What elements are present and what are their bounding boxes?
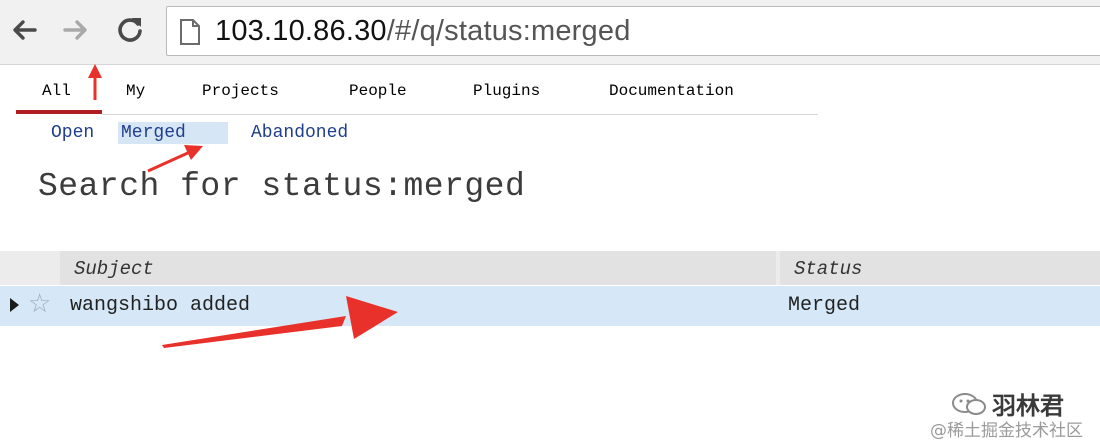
subnav-item-abandoned[interactable]: Abandoned (248, 122, 351, 144)
page-title: Search for status:merged (38, 168, 526, 205)
url-path: /#/q/status:merged (386, 15, 631, 47)
expand-triangle-icon[interactable] (10, 298, 19, 312)
table-header: Subject Status (0, 251, 1100, 285)
nav-item-plugins[interactable]: Plugins (473, 82, 540, 122)
change-subject[interactable]: wangshibo added (70, 294, 250, 317)
watermark-community: @稀土掘金技术社区 (930, 421, 1083, 441)
nav-item-documentation[interactable]: Documentation (609, 82, 734, 122)
nav-divider (102, 114, 818, 115)
subnav-item-open[interactable]: Open (48, 122, 97, 144)
back-arrow-icon (13, 20, 37, 40)
address-bar[interactable]: 103.10.86.30/#/q/status:merged (166, 6, 1100, 56)
url-text[interactable]: 103.10.86.30/#/q/status:merged (215, 15, 631, 48)
forward-arrow-icon (63, 20, 87, 40)
nav-item-projects[interactable]: Projects (202, 82, 279, 122)
annotation-arrow-url (88, 64, 102, 100)
status-header-label: Status (794, 258, 863, 280)
wechat-icon (952, 393, 986, 415)
subnav-item-merged[interactable]: Merged (118, 122, 228, 144)
back-button[interactable] (6, 12, 42, 48)
nav-item-all[interactable]: All (42, 82, 71, 122)
annotation-layer (88, 64, 398, 348)
page-icon (180, 19, 200, 45)
watermark: 羽林君 @稀土掘金技术社区 (930, 384, 1098, 444)
nav-item-my[interactable]: My (126, 82, 145, 122)
nav-item-people[interactable]: People (349, 82, 407, 122)
browser-toolbar: 103.10.86.30/#/q/status:merged (0, 0, 1100, 65)
active-tab-underline (16, 110, 102, 114)
url-host: 103.10.86.30 (215, 15, 387, 47)
change-status: Merged (788, 294, 861, 317)
reload-icon (118, 18, 142, 42)
star-icon[interactable]: ☆ (28, 289, 51, 319)
subject-header-label: Subject (74, 258, 154, 280)
reload-button[interactable] (112, 12, 148, 48)
subject-column-header[interactable]: Subject (60, 251, 776, 285)
forward-button[interactable] (58, 12, 94, 48)
table-row[interactable]: ☆ wangshibo added Merged (0, 286, 1100, 326)
status-column-header[interactable]: Status (780, 251, 1100, 285)
